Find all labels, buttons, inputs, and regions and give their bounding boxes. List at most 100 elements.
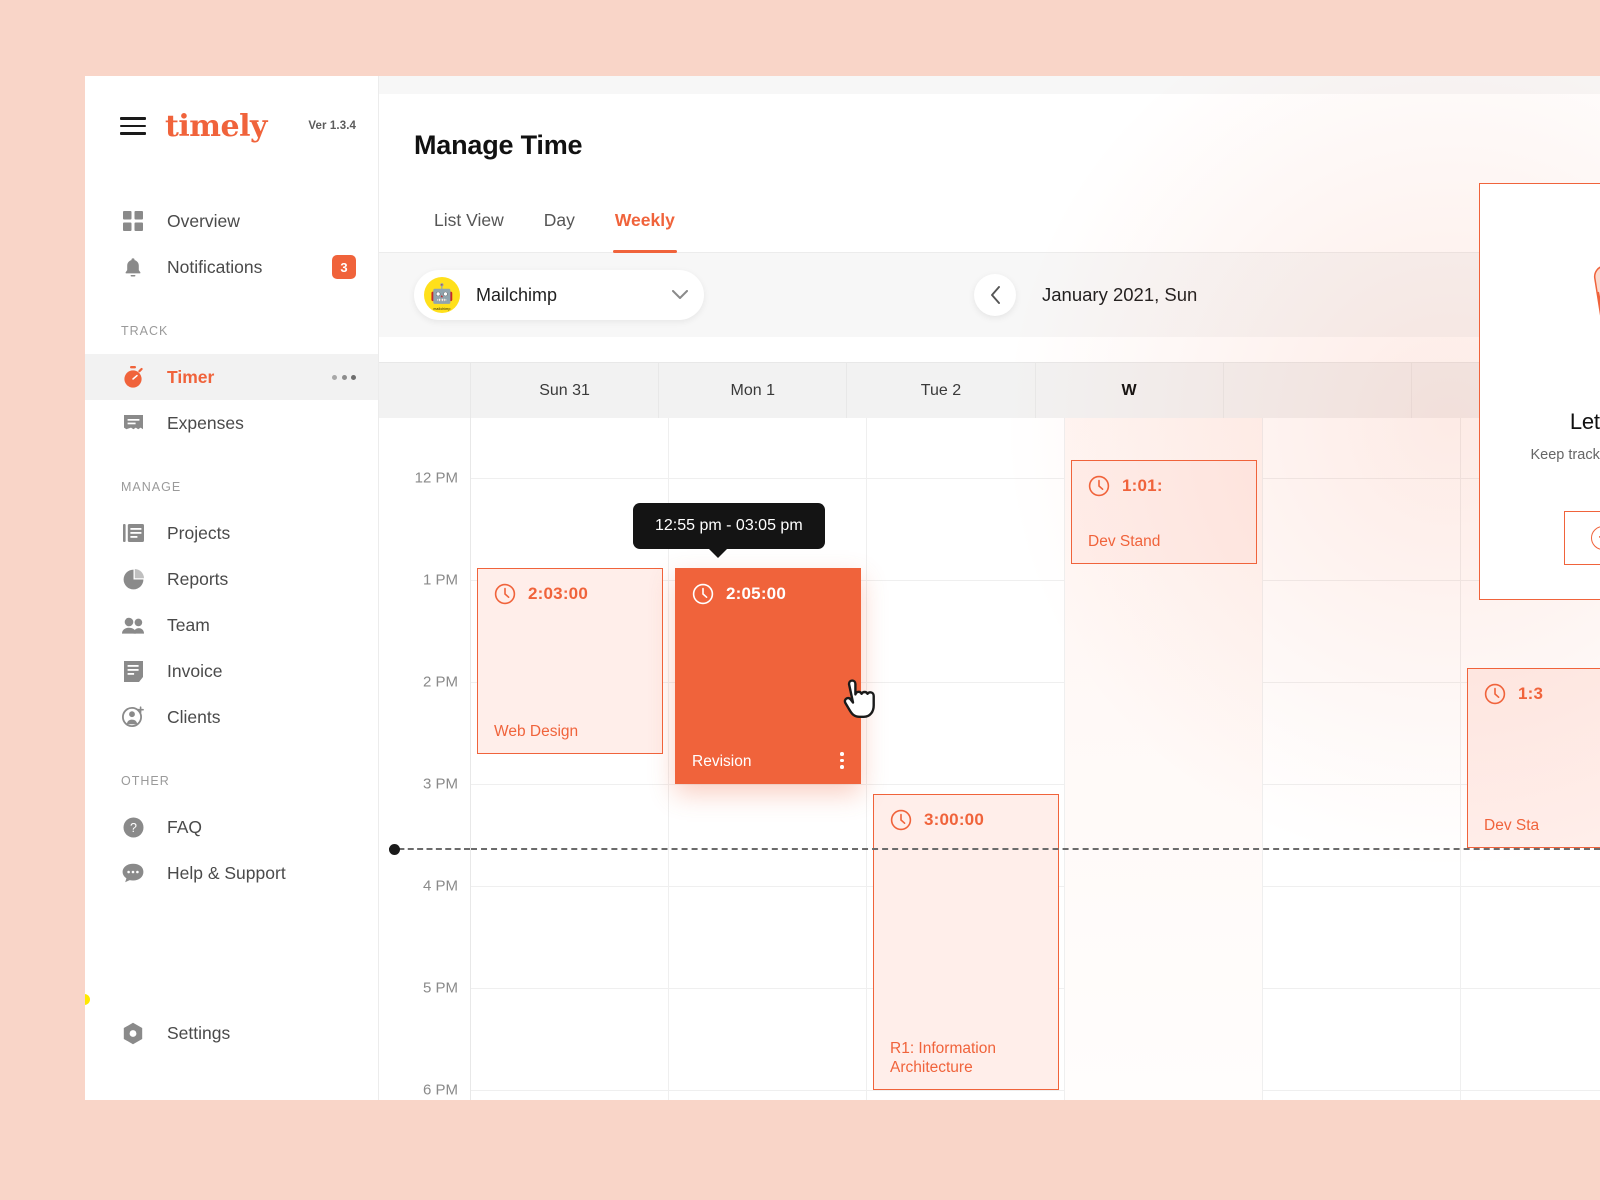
get-tracking-popup: Let’s get tracking Keep track of your ti…	[1479, 183, 1600, 600]
mailchimp-logo-icon: 🤖 mailchimp	[424, 277, 460, 313]
app-window: timely Ver 1.3.4 Overview Notifications …	[85, 76, 1600, 1100]
sidebar-item-label: Settings	[167, 1022, 231, 1043]
svg-text:?: ?	[130, 821, 137, 835]
tab-list-view[interactable]: List View	[414, 191, 524, 253]
event-dev-standup-fri[interactable]: 1:3 Dev Sta	[1467, 668, 1600, 848]
add-person-icon	[121, 705, 145, 729]
column-header-thu4[interactable]	[1224, 363, 1412, 418]
event-web-design[interactable]: 2:03:00 Web Design	[477, 568, 663, 754]
clock-icon	[1484, 683, 1506, 705]
clock-icon	[692, 583, 714, 605]
sidebar-item-settings[interactable]: Settings	[85, 1010, 378, 1056]
sidebar-item-label: Reports	[167, 568, 229, 589]
plus-icon: +	[1591, 526, 1600, 550]
receipt-icon	[121, 411, 145, 435]
event-title: Web Design	[494, 722, 579, 740]
sidebar-item-invoice[interactable]: Invoice	[85, 648, 378, 694]
time-axis: 12 PM 1 PM 2 PM 3 PM 4 PM 5 PM 6 PM	[379, 418, 471, 1100]
clock-icon	[494, 583, 516, 605]
sidebar-item-notifications[interactable]: Notifications 3	[85, 244, 378, 290]
notes-cards-illustration-icon	[1576, 236, 1600, 383]
drag-time-tooltip: 12:55 pm - 03:05 pm	[633, 503, 825, 558]
sidebar-item-label: Expenses	[167, 412, 244, 433]
time-label: 3 PM	[422, 775, 458, 793]
sidebar-group-track-label: TRACK	[121, 324, 169, 338]
column-header-mon1[interactable]: Mon 1	[659, 363, 848, 418]
manage-time-card: Manage Time List View Day Weekly 🤖 mailc…	[379, 76, 1600, 1100]
event-duration: 1:01:	[1122, 476, 1163, 495]
event-title: Dev Sta	[1484, 816, 1540, 834]
bell-icon	[121, 255, 145, 279]
timer-more-options-icon[interactable]	[332, 374, 356, 380]
current-time-indicator-gutter	[389, 844, 470, 855]
sidebar-item-help-support[interactable]: Help & Support	[85, 850, 378, 896]
list-icon	[121, 521, 145, 545]
project-selector-label: Mailchimp	[476, 284, 558, 305]
event-duration: 1:3	[1518, 684, 1544, 703]
sidebar-item-reports[interactable]: Reports	[85, 556, 378, 602]
time-label: 1 PM	[422, 571, 458, 589]
time-label: 5 PM	[422, 979, 458, 997]
calendar-body: 12 PM 1 PM 2 PM 3 PM 4 PM 5 PM 6 PM 2:03…	[379, 418, 1600, 1100]
sidebar-item-label: Timer	[167, 366, 215, 387]
sidebar: timely Ver 1.3.4 Overview Notifications …	[85, 76, 379, 1100]
clock-icon	[890, 809, 912, 831]
current-time-dot	[389, 844, 400, 855]
current-date-range: January 2021, Sun	[1042, 284, 1198, 305]
column-header-wed3[interactable]: W	[1036, 363, 1224, 418]
sidebar-item-label: Clients	[167, 706, 221, 727]
time-label: 6 PM	[422, 1081, 458, 1099]
sidebar-item-label: Overview	[167, 210, 240, 231]
sidebar-item-projects[interactable]: Projects	[85, 510, 378, 556]
column-header-tue2[interactable]: Tue 2	[847, 363, 1036, 418]
date-navigation: January 2021, Sun	[974, 274, 1197, 316]
view-tabs: List View Day Weekly	[379, 191, 1600, 253]
people-icon	[121, 613, 145, 637]
time-label: 2 PM	[422, 673, 458, 691]
grid-icon	[121, 209, 145, 233]
notifications-badge: 3	[332, 255, 356, 279]
stopwatch-icon	[121, 365, 145, 389]
brand-logo: timely	[165, 108, 267, 144]
gear-icon	[121, 1021, 145, 1045]
current-time-indicator	[471, 848, 1600, 850]
event-dev-standup-wed[interactable]: 1:01: Dev Stand	[1071, 460, 1257, 564]
popup-subtitle: Keep track of your time - anytime and an…	[1530, 447, 1600, 463]
sidebar-item-label: Projects	[167, 522, 231, 543]
page-title: Manage Time	[414, 130, 583, 160]
event-revision[interactable]: 2:05:00 Revision	[675, 568, 861, 784]
popup-title: Let’s get tracking	[1569, 409, 1600, 434]
event-r1-information-architecture[interactable]: 3:00:00 R1: Information Architecture	[873, 794, 1059, 1090]
event-duration: 2:05:00	[726, 584, 786, 603]
hamburger-menu-icon[interactable]	[120, 117, 146, 135]
sidebar-item-overview[interactable]: Overview	[85, 198, 378, 244]
calendar-toolbar: 🤖 mailchimp Mailchimp January 2021, Sun	[379, 253, 1600, 337]
clock-icon	[1088, 475, 1110, 497]
event-more-options-icon[interactable]	[840, 752, 844, 771]
sidebar-group-manage-label: MANAGE	[121, 480, 182, 494]
sidebar-item-team[interactable]: Team	[85, 602, 378, 648]
tab-weekly[interactable]: Weekly	[595, 191, 695, 253]
sidebar-nav: Overview Notifications 3 TRACK Timer Exp…	[85, 148, 378, 1010]
create-new-button[interactable]: + Create New	[1564, 511, 1600, 565]
event-duration: 2:03:00	[528, 584, 588, 603]
brand-row: timely Ver 1.3.4	[85, 76, 378, 148]
tab-day[interactable]: Day	[524, 191, 595, 253]
project-selector[interactable]: 🤖 mailchimp Mailchimp	[414, 270, 704, 320]
main-content: Manage Time List View Day Weekly 🤖 mailc…	[379, 76, 1600, 1100]
sidebar-item-faq[interactable]: ? FAQ	[85, 804, 378, 850]
column-header-sun31[interactable]: Sun 31	[471, 363, 660, 418]
previous-week-button[interactable]	[974, 274, 1016, 316]
sidebar-item-timer[interactable]: Timer	[85, 354, 378, 400]
time-label: 12 PM	[414, 469, 458, 487]
sidebar-item-label: Invoice	[167, 660, 223, 681]
event-title: Revision	[692, 752, 752, 770]
day-column-thu4[interactable]	[1263, 418, 1461, 1100]
sidebar-item-label: Team	[167, 614, 210, 635]
sidebar-item-expenses[interactable]: Expenses	[85, 400, 378, 446]
sidebar-item-label: Help & Support	[167, 862, 286, 883]
invoice-icon	[121, 659, 145, 683]
calendar-column-headers: Sun 31 Mon 1 Tue 2 W	[379, 362, 1600, 418]
sidebar-item-clients[interactable]: Clients	[85, 694, 378, 740]
pie-chart-icon	[121, 567, 145, 591]
